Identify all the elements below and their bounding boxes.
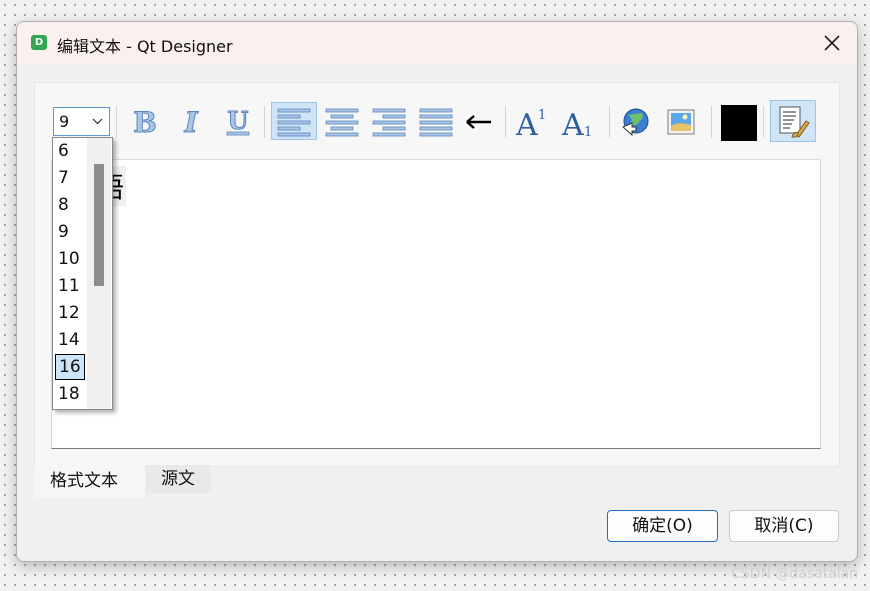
superscript-button[interactable]: A 1: [512, 102, 550, 140]
rich-text-panel: 9 B I U A 1 A 1: [34, 82, 840, 467]
toolbar-separator: [116, 106, 117, 138]
italic-button[interactable]: I: [172, 102, 210, 140]
dropdown-scrollbar[interactable]: [87, 138, 111, 409]
align-right-button[interactable]: [366, 102, 412, 140]
align-right-icon: [372, 108, 406, 137]
close-icon: [824, 35, 840, 51]
font-size-option[interactable]: 10: [53, 246, 87, 272]
align-justify-icon: [419, 108, 453, 137]
font-size-option[interactable]: 11: [53, 273, 87, 299]
image-icon: [667, 109, 695, 135]
font-size-dropdown-list: 6 7 8 9 10 11 12 14 16 18: [52, 137, 113, 410]
scrollbar-thumb[interactable]: [94, 164, 104, 286]
align-center-button[interactable]: [319, 102, 365, 140]
cancel-button[interactable]: 取消(C): [729, 510, 839, 542]
window-title: 编辑文本 - Qt Designer: [57, 37, 233, 56]
globe-link-icon: [622, 108, 649, 137]
font-size-value: 9: [59, 112, 70, 131]
svg-text:I: I: [183, 107, 198, 137]
svg-text:1: 1: [584, 125, 592, 137]
justify-button[interactable]: [413, 102, 459, 140]
title-bar: D 编辑文本 - Qt Designer: [17, 22, 857, 65]
toolbar-separator: [763, 106, 764, 138]
align-left-button[interactable]: [271, 102, 317, 140]
superscript-icon: A 1: [515, 108, 546, 137]
insert-link-button[interactable]: [616, 102, 654, 140]
tab-rich-text[interactable]: 格式文本: [34, 465, 145, 497]
arrow-left-icon: [466, 115, 491, 129]
simplify-richtext-button[interactable]: [770, 100, 816, 142]
font-size-option[interactable]: 8: [53, 192, 87, 218]
chevron-down-icon: [92, 118, 103, 125]
font-size-option[interactable]: 9: [53, 219, 87, 245]
bold-icon: B: [133, 107, 158, 137]
font-size-option[interactable]: 18: [53, 381, 87, 407]
font-size-option-selected[interactable]: 16: [55, 354, 85, 380]
italic-icon: I: [183, 107, 199, 137]
subscript-button[interactable]: A 1: [558, 102, 596, 140]
qt-designer-app-icon: D: [31, 35, 47, 50]
toolbar-separator: [505, 106, 506, 138]
bold-button[interactable]: B: [126, 102, 164, 140]
svg-text:A: A: [561, 108, 584, 137]
svg-text:A: A: [515, 108, 538, 137]
tab-source[interactable]: 源文: [145, 465, 211, 493]
color-swatch-icon: [721, 105, 757, 141]
text-direction-button[interactable]: [460, 102, 498, 140]
subscript-icon: A 1: [561, 108, 592, 137]
toolbar-separator: [711, 106, 712, 138]
font-size-option[interactable]: 14: [53, 327, 87, 353]
svg-text:B: B: [133, 107, 157, 137]
underline-icon: U: [226, 107, 250, 136]
insert-image-button[interactable]: [662, 102, 700, 140]
formatting-toolbar: 9 B I U A 1 A 1: [35, 100, 835, 146]
svg-text:U: U: [228, 107, 249, 135]
font-size-combo[interactable]: 9: [53, 107, 110, 136]
ok-button[interactable]: 确定(O): [607, 510, 718, 542]
underline-button[interactable]: U: [219, 102, 257, 140]
watermark: CSDN @dasatalan: [731, 566, 859, 582]
font-size-option[interactable]: 6: [53, 138, 87, 164]
font-size-option[interactable]: 12: [53, 300, 87, 326]
font-size-option[interactable]: 7: [53, 165, 87, 191]
rich-text-editor[interactable]: 悟: [51, 159, 821, 449]
svg-text:1: 1: [538, 108, 546, 123]
document-brush-icon: [779, 106, 810, 138]
close-button[interactable]: [815, 28, 849, 58]
edit-text-dialog: D 编辑文本 - Qt Designer 9 B I U A 1 A 1 格式文…: [16, 21, 858, 562]
text-color-button[interactable]: [718, 102, 757, 141]
align-center-icon: [325, 108, 359, 137]
align-left-icon: [277, 108, 311, 137]
toolbar-separator: [609, 106, 610, 138]
toolbar-separator: [264, 106, 265, 138]
